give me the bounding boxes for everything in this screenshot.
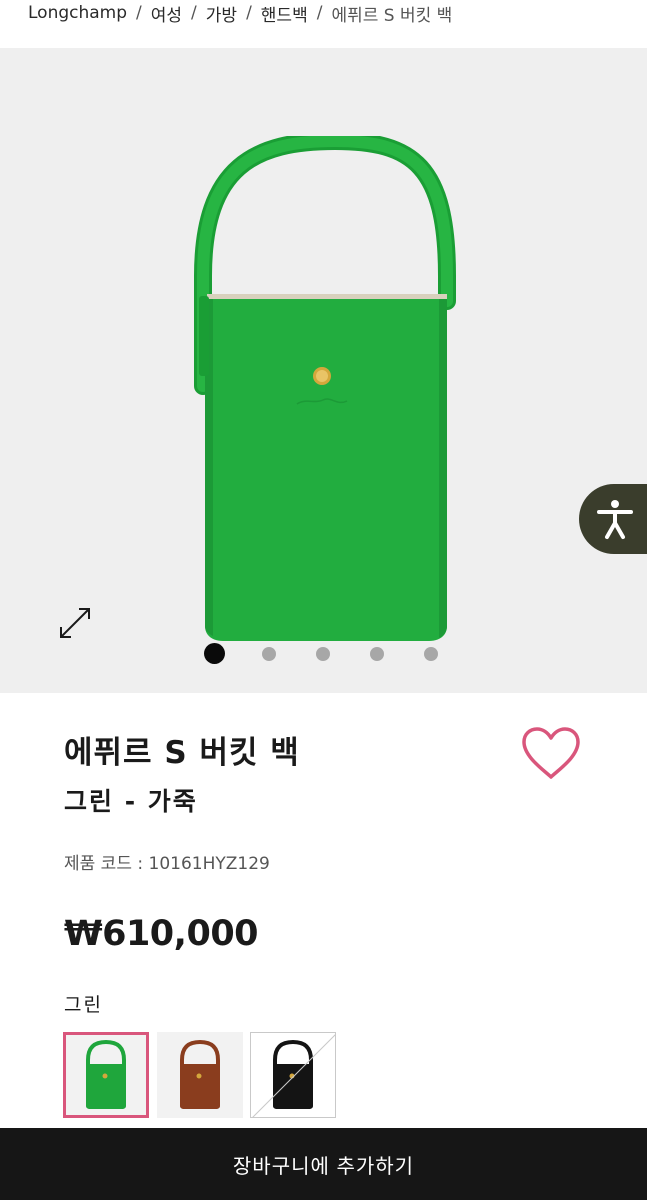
accessibility-person-icon [597, 500, 633, 539]
carousel-dot-3[interactable] [316, 647, 330, 661]
breadcrumb-item-brand[interactable]: Longchamp [28, 3, 127, 23]
carousel-pagination [0, 642, 647, 666]
breadcrumb-separator: / [316, 3, 323, 23]
carousel-dot-2[interactable] [262, 647, 276, 661]
breadcrumb-separator: / [136, 3, 142, 23]
breadcrumb-item-bags[interactable]: 가방 [206, 1, 237, 26]
product-title: 에퓌르 S 버킷 백 [64, 735, 300, 771]
product-image[interactable] [185, 136, 465, 646]
add-to-cart-button[interactable]: 장바구니에 추가하기 [0, 1128, 647, 1200]
swatch-brown-image [180, 1040, 220, 1109]
breadcrumb-item-handbags[interactable]: 핸드백 [261, 1, 308, 26]
breadcrumb-item-women[interactable]: 여성 [151, 1, 182, 26]
breadcrumb-current: 에퓌르 S 버킷 백 [331, 5, 453, 26]
expand-image-button[interactable] [56, 604, 94, 642]
carousel-dot-4[interactable] [370, 647, 384, 661]
breadcrumb-separator: / [246, 3, 252, 23]
carousel-dot-1[interactable] [204, 643, 225, 664]
breadcrumb-separator: / [191, 3, 197, 23]
breadcrumb: Longchamp / 여성 / 가방 / 핸드백 / 에퓌르 S 버킷 백 [28, 0, 452, 26]
product-gallery[interactable] [0, 48, 647, 693]
expand-arrows-icon [60, 608, 90, 638]
product-price: ₩610,000 [64, 914, 259, 954]
swatch-green-image [86, 1040, 126, 1109]
swatch-black[interactable] [250, 1032, 336, 1118]
product-code: 제품 코드 : 10161HYZ129 [64, 854, 270, 874]
carousel-dot-5[interactable] [424, 647, 438, 661]
selected-color-label: 그린 [64, 994, 103, 1016]
product-subtitle: 그린 - 가죽 [64, 787, 198, 816]
swatch-brown[interactable] [157, 1032, 243, 1118]
heart-outline-icon [522, 727, 580, 779]
accessibility-button[interactable] [579, 484, 647, 554]
swatch-green[interactable] [63, 1032, 149, 1118]
unavailable-slash-icon [252, 1034, 335, 1117]
wishlist-button[interactable] [520, 725, 582, 781]
